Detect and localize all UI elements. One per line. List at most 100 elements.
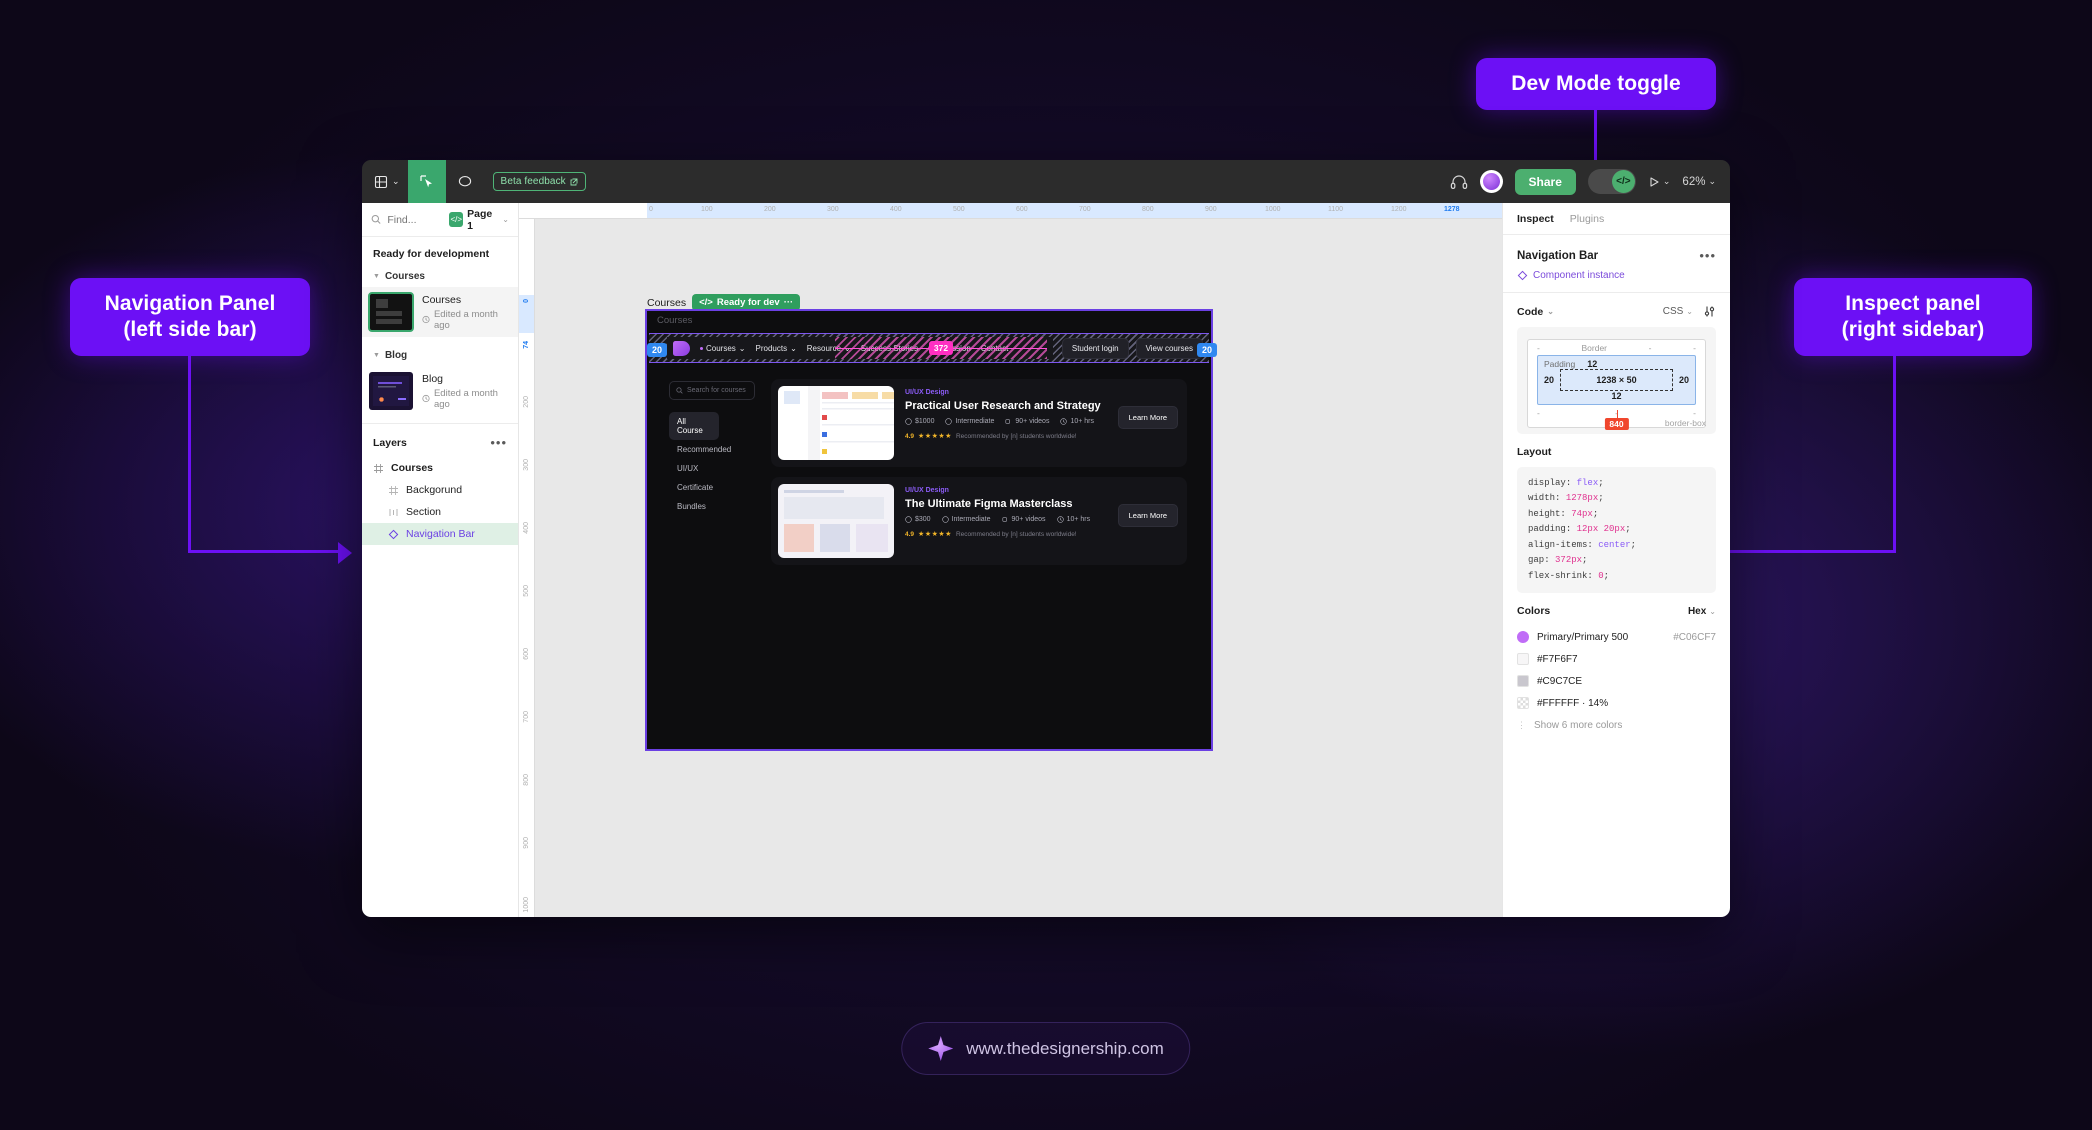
layer-row-background[interactable]: Backgorund xyxy=(362,479,518,501)
level-icon xyxy=(941,516,949,523)
headset-icon[interactable] xyxy=(1450,174,1468,190)
beta-feedback-button[interactable]: Beta feedback xyxy=(492,172,586,191)
layer-row-section[interactable]: Section xyxy=(362,501,518,523)
ruler-tick: 1100 xyxy=(1328,206,1344,213)
learn-more-button[interactable]: Learn More xyxy=(1117,406,1178,429)
filter-all-course[interactable]: All Course xyxy=(669,412,719,440)
ready-card-courses[interactable]: Courses Edited a month ago xyxy=(362,287,518,337)
page-body: Search for courses All Course Recommende… xyxy=(649,367,1209,747)
ruler-tick-v: 1000 xyxy=(523,897,530,913)
canvas-area[interactable]: 0 100 200 300 400 500 600 700 800 900 10… xyxy=(519,203,1502,917)
callout-nav-panel-line1: Navigation Panel xyxy=(104,292,276,315)
sliders-icon[interactable] xyxy=(1703,305,1716,318)
code-section-label: Code xyxy=(1517,305,1544,318)
filter-uiux[interactable]: UI/UX xyxy=(669,459,755,478)
dev-mode-toggle[interactable]: </> xyxy=(1587,169,1636,194)
filter-certificate[interactable]: Certificate xyxy=(669,478,755,497)
chevron-down-icon[interactable]: ⌄ xyxy=(1547,307,1554,316)
ready-chip-menu-icon[interactable]: ··· xyxy=(784,297,794,308)
student-login-button[interactable]: Student login xyxy=(1061,337,1129,359)
frame-icon xyxy=(388,485,399,496)
nav-link-courses[interactable]: Courses ⌄ xyxy=(700,344,746,353)
ruler-tick-v: 74 xyxy=(523,341,530,349)
color-hex: #C06CF7 xyxy=(1673,631,1716,643)
color-name: #C9C7CE xyxy=(1537,675,1583,687)
page-selector[interactable]: </> Page 1 ⌄ xyxy=(449,208,509,232)
course-search-box[interactable]: Search for courses xyxy=(669,381,755,400)
layout-section-header: Layout xyxy=(1503,434,1730,467)
color-row[interactable]: #F7F6F7 xyxy=(1503,648,1730,670)
share-button[interactable]: Share xyxy=(1514,168,1576,195)
more-options-icon[interactable]: ••• xyxy=(1699,248,1716,263)
ruler-tick: 200 xyxy=(764,206,776,213)
learn-more-button[interactable]: Learn More xyxy=(1117,504,1178,527)
canvas-body[interactable]: Courses </> Ready for dev ··· Courses Co… xyxy=(535,219,1502,917)
annotation-line-nav-panel-v xyxy=(188,348,191,553)
tab-inspect[interactable]: Inspect xyxy=(1517,213,1554,225)
language-selector[interactable]: CSS ⌄ xyxy=(1663,306,1693,317)
color-row[interactable]: #C9C7CE xyxy=(1503,670,1730,692)
color-format-label: Hex xyxy=(1687,605,1707,617)
zoom-level-label: 62% xyxy=(1682,175,1706,188)
gap-value-badge: 372 xyxy=(928,341,954,355)
padding-right-value: 20 xyxy=(1678,375,1689,385)
navigation-bar-selection[interactable]: Courses ⌄ Products ⌄ Resource ⌄ Success … xyxy=(647,333,1217,363)
selection-title: Navigation Bar xyxy=(1517,249,1599,262)
select-tool-button[interactable] xyxy=(407,160,446,203)
color-swatch xyxy=(1517,653,1529,666)
frame-name-label[interactable]: Courses xyxy=(647,297,686,309)
watermark-url: www.thedesignership.com xyxy=(966,1038,1164,1058)
css-line: width: 1278px; xyxy=(1528,493,1604,504)
search-input[interactable] xyxy=(387,213,444,226)
color-row[interactable]: #FFFFFF · 14% xyxy=(1503,692,1730,714)
layer-row-courses[interactable]: Courses xyxy=(362,457,518,479)
ready-card-blog[interactable]: Blog Edited a month ago xyxy=(362,366,518,416)
figma-menu-icon xyxy=(374,175,388,188)
code-icon: </> xyxy=(699,297,713,308)
rating-stars: ★★★★★ xyxy=(918,433,952,440)
zoom-control[interactable]: 62% ⌄ xyxy=(1682,176,1716,188)
ready-for-dev-chip[interactable]: </> Ready for dev ··· xyxy=(692,294,801,311)
layer-row-navigation-bar[interactable]: Navigation Bar xyxy=(362,523,518,545)
chevron-down-icon: ⌄ xyxy=(738,343,746,353)
layout-css-block[interactable]: display: flex; width: 1278px; height: 74… xyxy=(1517,467,1716,594)
artboard-courses[interactable]: Courses Courses ⌄ Products ⌄ Resource 37… xyxy=(645,309,1217,751)
clock-icon xyxy=(422,315,430,324)
layers-header: Layers ••• xyxy=(362,424,518,457)
tab-plugins[interactable]: Plugins xyxy=(1570,213,1604,225)
beta-feedback-label: Beta feedback xyxy=(500,176,566,187)
colors-section-label: Colors xyxy=(1517,605,1551,618)
group-header-blog[interactable]: ▼ Blog xyxy=(362,345,518,366)
filter-recommended[interactable]: Recommended xyxy=(669,440,755,459)
course-price: $1000 xyxy=(905,418,934,425)
color-row[interactable]: Primary/Primary 500 #C06CF7 xyxy=(1503,626,1730,648)
color-format-selector[interactable]: Hex ⌄ xyxy=(1688,606,1716,617)
figma-menu-button[interactable]: ⌄ xyxy=(362,160,408,203)
video-icon xyxy=(1001,517,1007,522)
nav-link-products[interactable]: Products ⌄ xyxy=(756,344,797,353)
comment-button[interactable] xyxy=(446,160,484,203)
course-rating: 4.9 ★★★★★ Recommended by [n] students wo… xyxy=(905,432,1180,441)
padding-top-value: 12 xyxy=(1587,359,1598,369)
ruler-tick: 300 xyxy=(827,206,839,213)
view-courses-button[interactable]: View courses xyxy=(1135,337,1203,359)
code-section-header: Code ⌄ CSS ⌄ xyxy=(1503,293,1730,327)
padding-bottom-value: 12 xyxy=(1611,391,1622,401)
component-instance-row[interactable]: Component instance xyxy=(1517,270,1716,281)
filter-bundles[interactable]: Bundles xyxy=(669,497,755,516)
content-size-value: 1238 × 50 xyxy=(1560,369,1673,391)
present-chevron-icon: ⌄ xyxy=(1662,176,1671,186)
avatar[interactable] xyxy=(1479,170,1503,193)
clock-icon xyxy=(1056,516,1064,523)
level-icon xyxy=(945,418,953,425)
component-instance-icon xyxy=(1517,270,1528,281)
show-more-colors-button[interactable]: ⋮ Show 6 more colors xyxy=(1503,714,1730,731)
course-card[interactable]: UI/UX Design Practical User Research and… xyxy=(771,379,1187,467)
course-card[interactable]: UI/UX Design The Ultimate Figma Mastercl… xyxy=(771,477,1187,565)
more-options-icon[interactable]: ••• xyxy=(490,435,507,450)
group-header-courses[interactable]: ▼ Courses xyxy=(362,266,518,287)
present-button[interactable]: ⌄ xyxy=(1648,176,1671,188)
outer-dash-left: - xyxy=(1537,408,1540,418)
course-search-placeholder: Search for courses xyxy=(687,387,746,394)
ruler-tick-v: 500 xyxy=(523,585,530,597)
